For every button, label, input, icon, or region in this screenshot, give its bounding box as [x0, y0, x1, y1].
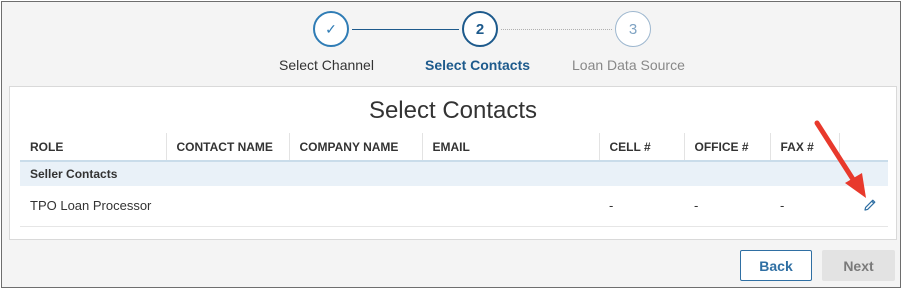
group-row-seller-contacts: Seller Contacts: [20, 161, 888, 186]
column-header-role: ROLE: [20, 133, 166, 162]
stepper: ✓ Select Channel 2 Select Contacts 3 Loa…: [2, 2, 900, 86]
contacts-panel: Select Contacts ROLE CONTACT NAME COMPAN…: [9, 86, 897, 240]
column-header-office: OFFICE #: [683, 133, 770, 162]
step-label: Loan Data Source: [572, 57, 685, 73]
checkmark-icon: ✓: [313, 11, 349, 47]
step-label: Select Channel: [279, 57, 374, 73]
column-header-email: EMAIL: [421, 133, 599, 162]
cell-contact-name: [166, 186, 289, 227]
cell-role: TPO Loan Processor: [20, 186, 166, 227]
stepper-connector-pending: [501, 29, 612, 30]
column-header-fax: FAX #: [769, 133, 839, 162]
column-header-contact-name: CONTACT NAME: [165, 133, 289, 162]
step-label: Select Contacts: [425, 57, 531, 73]
step-number: 3: [615, 11, 651, 47]
step-number: 2: [462, 11, 498, 47]
column-header-cell: CELL #: [598, 133, 684, 162]
cell-fax: -: [770, 186, 839, 227]
page-title: Select Contacts: [368, 97, 538, 124]
pencil-icon[interactable]: [863, 198, 877, 212]
cell-actions: [839, 186, 888, 227]
cell-email: [422, 186, 599, 227]
next-button[interactable]: Next: [822, 250, 895, 281]
table-header-row: ROLE CONTACT NAME COMPANY NAME EMAIL CEL…: [20, 133, 888, 162]
stepper-connector-completed: [352, 29, 459, 30]
column-header-actions: [838, 133, 888, 162]
group-label: Seller Contacts: [20, 161, 888, 186]
contacts-table: ROLE CONTACT NAME COMPANY NAME EMAIL CEL…: [20, 133, 888, 227]
cell-company-name: [289, 186, 422, 227]
column-header-company-name: COMPANY NAME: [288, 133, 422, 162]
back-button[interactable]: Back: [740, 250, 812, 281]
wizard-frame: ✓ Select Channel 2 Select Contacts 3 Loa…: [1, 1, 901, 288]
cell-office: -: [684, 186, 770, 227]
table-row: TPO Loan Processor - - -: [20, 186, 888, 227]
cell-cell: -: [599, 186, 684, 227]
